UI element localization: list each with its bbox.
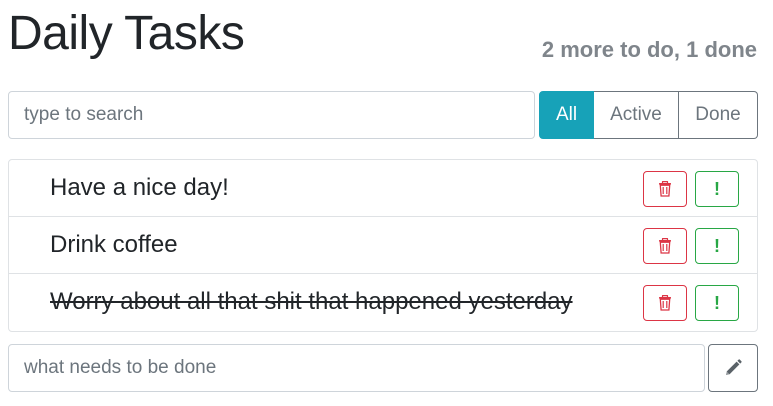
trash-icon xyxy=(659,181,671,197)
filter-button-group: All Active Done xyxy=(539,91,758,139)
todo-item: Drink coffee ! xyxy=(9,217,757,274)
todo-label-done[interactable]: Worry about all that shit that happened … xyxy=(50,274,573,330)
mark-important-button[interactable]: ! xyxy=(695,228,739,264)
search-input[interactable] xyxy=(8,91,535,139)
filter-all-button[interactable]: All xyxy=(539,91,594,139)
task-counter: 2 more to do, 1 done xyxy=(541,37,757,62)
new-task-input[interactable] xyxy=(8,344,705,392)
add-item-button[interactable] xyxy=(708,344,758,392)
mark-important-button[interactable]: ! xyxy=(695,171,739,207)
exclamation-icon: ! xyxy=(714,236,720,256)
exclamation-icon: ! xyxy=(714,293,720,313)
todo-app: Daily Tasks 2 more to do, 1 done All Act… xyxy=(0,0,773,406)
trash-icon xyxy=(659,238,671,254)
exclamation-icon: ! xyxy=(714,179,720,199)
trash-icon xyxy=(659,295,671,311)
filter-active-button[interactable]: Active xyxy=(594,91,679,139)
add-item-form xyxy=(8,344,758,392)
todo-label[interactable]: Drink coffee xyxy=(50,217,178,273)
delete-button[interactable] xyxy=(643,285,687,321)
pencil-icon xyxy=(726,359,742,375)
todo-list: Have a nice day! ! Drink coffee ! Worry … xyxy=(8,159,758,332)
delete-button[interactable] xyxy=(643,228,687,264)
todo-item: Worry about all that shit that happened … xyxy=(9,274,757,331)
page-title: Daily Tasks xyxy=(8,7,245,60)
filter-done-button[interactable]: Done xyxy=(679,91,758,139)
mark-important-button[interactable]: ! xyxy=(695,285,739,321)
delete-button[interactable] xyxy=(643,171,687,207)
todo-item: Have a nice day! ! xyxy=(9,160,757,217)
search-panel: All Active Done xyxy=(8,91,758,139)
todo-label[interactable]: Have a nice day! xyxy=(50,160,229,216)
